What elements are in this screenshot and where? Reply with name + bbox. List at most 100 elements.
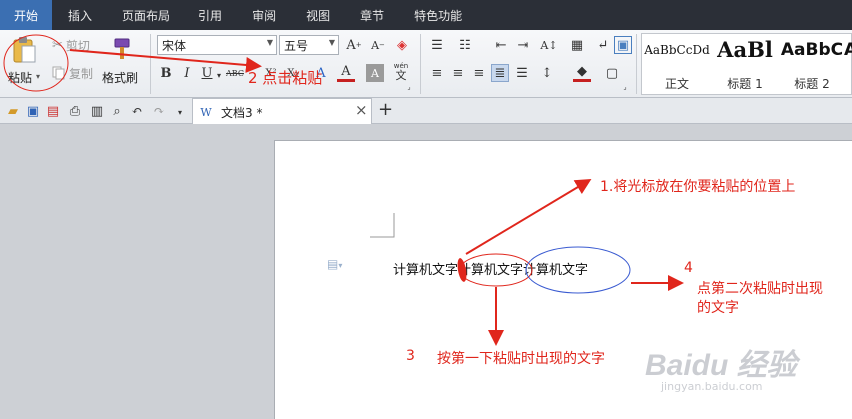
step1-annotation: 1.将光标放在你要粘贴的位置上 bbox=[600, 179, 796, 195]
strikethrough-icon[interactable]: ABC bbox=[226, 64, 244, 82]
baidu-jingyan-watermark: Baidu 经验 jingyan.baidu.com bbox=[645, 340, 797, 393]
tab-label: 特色功能 bbox=[414, 8, 463, 23]
paste-icon bbox=[13, 37, 36, 63]
copy-button[interactable]: 复制 bbox=[52, 64, 93, 82]
close-icon[interactable]: × bbox=[355, 101, 368, 119]
numbered-list-icon[interactable]: ☷ bbox=[456, 36, 474, 54]
ribbon-separator bbox=[636, 34, 637, 94]
chevron-down-icon: ▼ bbox=[266, 38, 273, 47]
tab-label: 视图 bbox=[306, 8, 331, 23]
bold-icon[interactable]: B bbox=[157, 64, 175, 82]
copy-icon bbox=[52, 66, 65, 80]
phonetic-guide-icon[interactable]: wén 文 bbox=[388, 62, 414, 81]
tab-review[interactable]: 审阅 bbox=[236, 0, 292, 30]
style-heading-3[interactable]: A bbox=[844, 34, 852, 94]
styles-gallery: AaBbCcDd 正文 AaBl 标题 1 AaBbC 标题 2 A bbox=[641, 33, 852, 95]
undo-icon[interactable]: ↶ bbox=[128, 102, 146, 120]
distributed-icon[interactable]: ☰ bbox=[513, 64, 531, 82]
print-icon[interactable]: ⎙ bbox=[66, 102, 84, 120]
italic-icon[interactable]: I bbox=[178, 64, 196, 82]
font-size-select[interactable]: 五号 ▼ bbox=[279, 35, 339, 55]
style-sample: AaBl bbox=[717, 37, 773, 62]
customize-toolbar-icon[interactable]: ▾ bbox=[174, 103, 186, 121]
dialog-launcher-icon[interactable]: ⌟ bbox=[404, 82, 414, 92]
style-sample: A bbox=[844, 40, 852, 60]
style-name: 标题 1 bbox=[727, 77, 763, 91]
ribbon-separator bbox=[150, 34, 151, 94]
tab-label: 审阅 bbox=[252, 8, 277, 23]
justify-icon[interactable]: ≣ bbox=[491, 64, 509, 82]
page-view-icon[interactable]: ▣ bbox=[614, 36, 632, 54]
tab-special-features[interactable]: 特色功能 bbox=[400, 0, 476, 30]
line-spacing-icon[interactable]: ↕ bbox=[538, 64, 556, 82]
first-paste-text: 计算机文字 bbox=[458, 263, 524, 278]
step4-annotation-line1: 点第二次粘贴时出现 bbox=[697, 281, 823, 297]
font-name-select[interactable]: 宋体 ▼ bbox=[157, 35, 277, 55]
font-color-icon[interactable]: A bbox=[337, 64, 355, 82]
cut-button[interactable]: ✂ 剪切 bbox=[52, 36, 90, 54]
tab-label: 页面布局 bbox=[122, 8, 171, 23]
bullet-list-icon[interactable]: ☰ bbox=[428, 36, 446, 54]
align-right-icon[interactable]: ≡ bbox=[470, 64, 488, 82]
font-size-value: 五号 bbox=[284, 39, 309, 53]
show-marks-icon[interactable]: ↵ bbox=[594, 36, 612, 54]
sort-icon[interactable]: A↕ bbox=[540, 36, 558, 54]
quick-access-toolbar: ▰ ▣ ▤ ⎙ ▥ ⌕ ↶ ↷ ▾ bbox=[0, 98, 852, 124]
document-tab-title: 文档3 * bbox=[221, 106, 263, 120]
cut-label: 剪切 bbox=[65, 38, 90, 53]
style-name: 正文 bbox=[664, 77, 689, 91]
clear-format-icon[interactable]: ◈ bbox=[393, 36, 411, 54]
style-heading-2[interactable]: AaBbC 标题 2 bbox=[780, 34, 844, 94]
copy-label: 复制 bbox=[69, 66, 94, 81]
original-text: 计算机文字 bbox=[393, 263, 459, 278]
tab-label: 章节 bbox=[360, 8, 385, 23]
align-center-icon[interactable]: ≡ bbox=[449, 64, 467, 82]
tab-section[interactable]: 章节 bbox=[346, 0, 400, 30]
save-icon[interactable]: ▣ bbox=[24, 102, 42, 120]
watermark-logo: Baidu 经验 bbox=[645, 349, 797, 382]
word-document-icon: W bbox=[200, 105, 212, 119]
borders-icon[interactable]: ▢ bbox=[603, 64, 621, 82]
ribbon-separator bbox=[420, 34, 421, 94]
chevron-down-icon[interactable]: ▾ bbox=[214, 66, 224, 84]
increase-indent-icon[interactable]: ⇥ bbox=[514, 36, 532, 54]
tab-home[interactable]: 开始 bbox=[0, 0, 53, 30]
style-normal[interactable]: AaBbCcDd 正文 bbox=[644, 34, 710, 94]
step4-annotation-line2: 的文字 bbox=[697, 300, 739, 316]
tab-label: 引用 bbox=[198, 8, 223, 23]
document-tab[interactable]: W 文档3 * × bbox=[192, 98, 372, 125]
scissors-icon: ✂ bbox=[52, 37, 63, 53]
paste-options-icon[interactable]: ▤▾ bbox=[327, 257, 342, 271]
style-heading-1[interactable]: AaBl 标题 1 bbox=[712, 34, 778, 94]
format-painter-label: 格式刷 bbox=[102, 71, 139, 85]
print-preview-icon[interactable]: ▥ bbox=[88, 102, 106, 120]
grow-font-icon[interactable]: A + bbox=[345, 36, 363, 54]
tab-label: 插入 bbox=[68, 8, 93, 23]
tab-insert[interactable]: 插入 bbox=[52, 0, 104, 30]
tab-label: 开始 bbox=[14, 8, 39, 23]
shrink-font-icon[interactable]: A − bbox=[369, 36, 387, 54]
table-borders-icon[interactable]: ▦ bbox=[568, 36, 586, 54]
chevron-down-icon: ▾ bbox=[36, 72, 41, 81]
dialog-launcher-icon[interactable]: ⌟ bbox=[620, 82, 630, 92]
export-pdf-icon[interactable]: ▤ bbox=[44, 102, 62, 120]
open-icon[interactable]: ▰ bbox=[4, 102, 22, 120]
new-tab-button[interactable]: + bbox=[378, 99, 393, 120]
step3-annotation: 按第一下粘贴时出现的文字 bbox=[437, 351, 605, 367]
tab-page-layout[interactable]: 页面布局 bbox=[104, 0, 184, 30]
align-left-icon[interactable]: ≡ bbox=[428, 64, 446, 82]
style-name: 标题 2 bbox=[794, 77, 830, 91]
find-icon[interactable]: ⌕ bbox=[108, 102, 126, 120]
tab-references[interactable]: 引用 bbox=[184, 0, 236, 30]
format-painter-button[interactable]: 格式刷 bbox=[100, 34, 142, 90]
margin-corner-mark bbox=[370, 213, 395, 238]
paste-button[interactable]: 粘贴 ▾ bbox=[6, 34, 44, 90]
shading-icon[interactable]: ◆ bbox=[573, 64, 591, 82]
redo-icon[interactable]: ↷ bbox=[150, 102, 168, 120]
tab-view[interactable]: 视图 bbox=[292, 0, 346, 30]
font-name-value: 宋体 bbox=[162, 39, 187, 53]
document-text-line: 计算机文字计算机文字计算机文字 bbox=[393, 259, 588, 278]
decrease-indent-icon[interactable]: ⇤ bbox=[492, 36, 510, 54]
step2-annotation: 2 点击粘贴 bbox=[248, 69, 323, 87]
char-shading-icon[interactable]: A bbox=[366, 64, 384, 82]
